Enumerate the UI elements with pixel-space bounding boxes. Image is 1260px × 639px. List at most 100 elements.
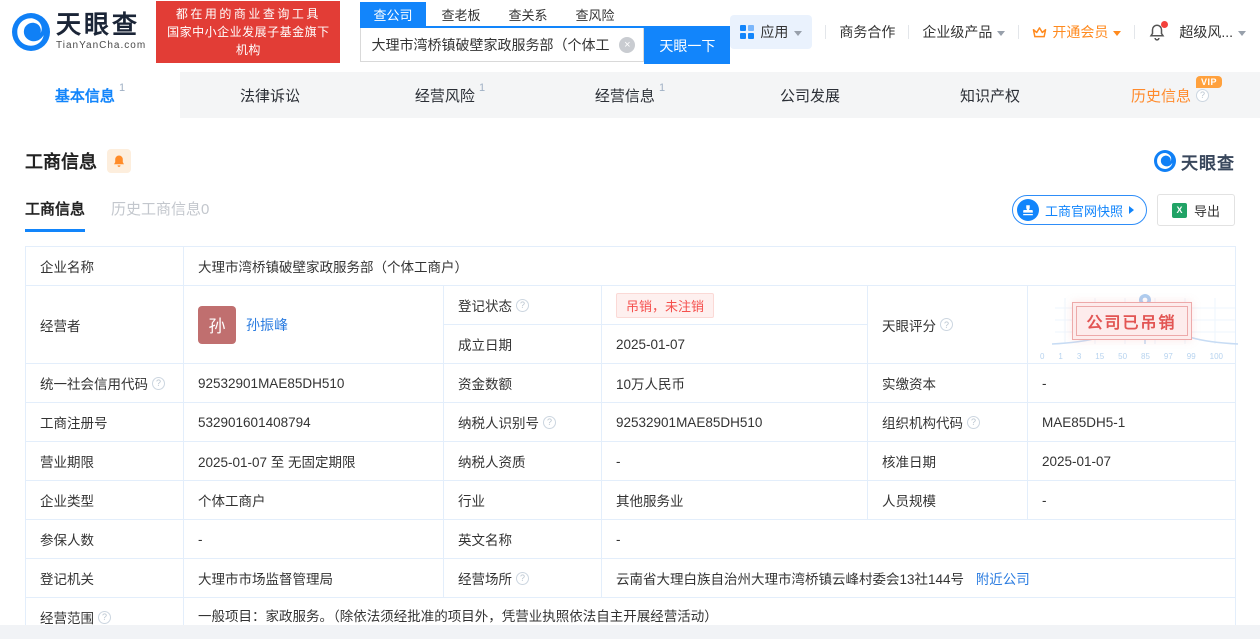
company-name-value: 大理市湾桥镇破壁家政服务部（个体工商户） [182,246,1237,286]
monitor-bell-button[interactable] [107,149,131,173]
tab-legal-litigation[interactable]: 法律诉讼 [180,72,360,118]
capital-value: 10万人民币 [601,363,868,403]
question-icon[interactable]: ? [967,415,980,429]
registration-number-value: 532901601408794 [183,402,444,442]
field-label: 纳税人识别号? [443,402,602,442]
tianyancha-company-page: 天眼查 TianYanCha.com 都在用的商业查询工具 国家中小企业发展子基… [0,0,1260,639]
staff-size-value: - [1026,480,1237,520]
business-info-table: 企业名称 大理市湾桥镇破壁家政服务部（个体工商户） 经营者 孙 孙振峰 登记状态… [25,246,1239,637]
search-tabs: 查公司 查老板 查关系 查风险 [360,1,730,27]
field-label: 工商注册号 [25,402,184,442]
official-snapshot-button[interactable]: 工商官网快照 [1011,195,1147,225]
company-revoked-stamp: 公司已吊销 [1071,302,1192,341]
notification-dot [1161,21,1169,28]
search-area: 查公司 查老板 查关系 查风险 × 天眼一下 [360,0,731,64]
tianyancha-watermark: 天眼查 [1154,149,1235,174]
status-badge: 吊销，未注销 [616,292,715,318]
question-icon[interactable]: ? [1196,88,1209,102]
chevron-down-icon [794,30,803,36]
chevron-down-icon [1113,30,1122,36]
vip-badge: VIP [1196,76,1223,88]
tab-company-development[interactable]: 公司发展 [720,72,900,118]
field-label: 营业期限 [25,441,184,481]
clear-search-icon[interactable]: × [619,36,636,53]
question-icon[interactable]: ? [152,376,165,390]
nav-open-membership[interactable]: 开通会员 [1032,22,1122,42]
field-label: 人员规模 [867,480,1028,520]
business-site-value: 云南省大理白族自治州大理市湾桥镇云峰村委会13社144号 [616,572,965,587]
nav-super-risk[interactable]: 超级风... [1179,22,1246,42]
divider [908,25,910,39]
promo-banner: 都在用的商业查询工具 国家中小企业发展子基金旗下机构 [156,1,341,63]
paid-capital-value: - [1026,363,1237,403]
tianyancha-logo-icon [12,13,50,51]
table-row: 登记机关 大理市市场监督管理局 经营场所? 云南省大理白族自治州大理市湾桥镇云峰… [25,558,1237,598]
registration-status-cell: 吊销，未注销 [601,285,868,325]
nearby-companies-link[interactable]: 附近公司 [976,572,1030,587]
export-button[interactable]: X 导出 [1156,194,1235,226]
subtab-business-info[interactable]: 工商信息 [25,198,86,232]
question-icon[interactable]: ? [516,298,529,312]
table-row: 经营者 孙 孙振峰 登记状态? 吊销，未注销 天眼评分? 0 1 3 15 50… [25,285,1239,364]
table-row: 营业期限 2025-01-07 至 无固定期限 纳税人资质 - 核准日期 202… [25,441,1237,481]
operator-cell: 孙 孙振峰 [183,285,444,364]
search-button[interactable]: 天眼一下 [644,28,731,64]
chevron-right-icon [1128,206,1134,214]
taxpayer-quality-value: - [601,441,868,481]
tab-operating-risk[interactable]: 经营风险 1 [360,72,540,118]
tianyan-score-cell: 01 3 15 50 85 97 99 100 公司已吊销 [1026,285,1239,364]
field-label: 企业类型 [25,480,184,520]
field-label: 核准日期 [867,441,1028,481]
question-icon[interactable]: ? [98,610,111,624]
question-icon[interactable]: ? [516,571,529,585]
field-label: 成立日期 [443,324,602,364]
chevron-down-icon [997,30,1006,36]
tab-intellectual-property[interactable]: 知识产权 [900,72,1080,118]
field-label: 纳税人资质 [443,441,602,481]
avatar[interactable]: 孙 [198,305,236,344]
notifications-button[interactable] [1148,21,1169,41]
nav-apps-menu[interactable]: 应用 [730,15,813,49]
question-icon[interactable]: ? [940,318,953,331]
tab-operating-info[interactable]: 经营信息 1 [540,72,720,118]
table-row: 参保人数 - 英文名称 - [25,519,1237,559]
search-tab-risk[interactable]: 查风险 [576,5,615,24]
apps-grid-icon [740,25,755,39]
divider [825,25,827,39]
nav-enterprise[interactable]: 企业级产品 [922,22,1006,42]
search-tab-boss[interactable]: 查老板 [442,5,481,24]
established-date-value: 2025-01-07 [601,324,868,364]
english-name-value: - [600,519,1237,559]
field-label: 参保人数 [25,519,184,559]
table-row: 统一社会信用代码? 92532901MAE85DH510 资金数额 10万人民币… [25,363,1237,403]
subtab-history-business-info[interactable]: 历史工商信息0 [111,198,209,232]
question-icon[interactable]: ? [543,415,556,429]
stamp-icon [1016,199,1039,221]
score-axis-labels: 01 3 15 50 85 97 99 100 [1040,352,1223,361]
field-label: 天眼评分? [867,285,1028,364]
search-tab-company[interactable]: 查公司 [360,1,426,27]
insured-count-value: - [183,519,444,559]
brand-domain: TianYanCha.com [56,40,147,51]
search-tab-relation[interactable]: 查关系 [509,5,548,24]
approval-date-value: 2025-01-07 [1026,441,1237,481]
toolbar-row: 工商信息 历史工商信息0 工商官网快照 X 导出 [25,194,1235,232]
section-title: 工商信息 [25,152,97,172]
business-site-cell: 云南省大理白族自治州大理市湾桥镇云峰村委会13社144号 附近公司 [600,558,1237,598]
credit-code-value: 92532901MAE85DH510 [183,363,444,403]
divider [1134,25,1136,39]
industry-value: 其他服务业 [601,480,868,520]
tab-history-info[interactable]: VIP 历史信息 ? [1080,72,1260,118]
page-footer-strip [0,625,1260,639]
search-input[interactable] [361,28,644,61]
field-label: 登记状态? [443,285,602,325]
operator-name-link[interactable]: 孙振峰 [246,315,288,335]
nav-cooperation[interactable]: 商务合作 [839,22,895,42]
tab-basic-info[interactable]: 基本信息 1 [0,72,180,118]
excel-icon: X [1171,202,1187,218]
field-label: 经营场所? [443,558,602,598]
promo-line2: 国家中小企业发展子基金旗下机构 [167,25,330,57]
promo-line1: 都在用的商业查询工具 [175,7,321,21]
top-nav: 应用 商务合作 企业级产品 开通会员 超级风... [730,15,1260,49]
site-logo[interactable]: 天眼查 TianYanCha.com [12,13,146,51]
